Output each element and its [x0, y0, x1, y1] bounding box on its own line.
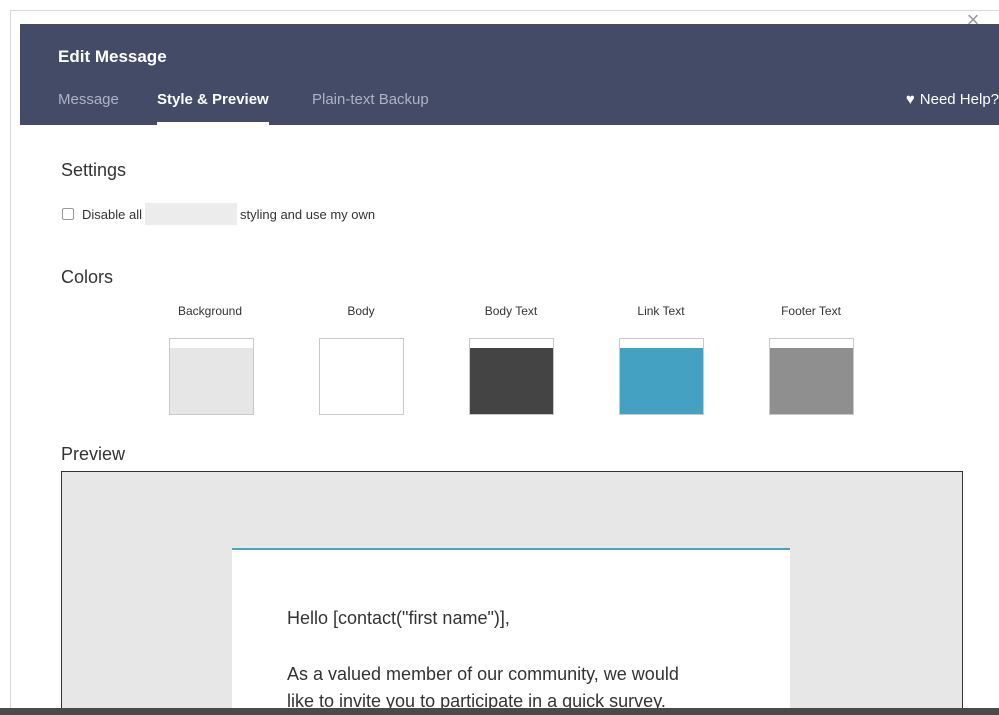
- modal-header: Edit Message Message Style & Preview Pla…: [20, 24, 999, 125]
- swatch-background[interactable]: [169, 338, 254, 415]
- preview-heading: Preview: [61, 444, 126, 464]
- email-line-1: As a valued member of our community, we …: [287, 664, 679, 684]
- modal-title: Edit Message: [58, 47, 167, 66]
- email-body: Hello [contact("first name")], As a valu…: [232, 548, 790, 715]
- need-help-label: Need Help?: [919, 91, 999, 108]
- colors-heading: Colors: [61, 267, 114, 287]
- disable-styling-row: Disable all styling and use my own: [62, 203, 375, 225]
- swatch-body-text[interactable]: [469, 338, 554, 415]
- email-greeting: Hello [contact("first name")],: [287, 608, 510, 628]
- swatch-label-body: Body: [347, 304, 375, 318]
- tab-plain-text-backup[interactable]: Plain-text Backup: [312, 91, 429, 125]
- redacted-brand: [144, 203, 237, 225]
- checkbox-label-start: Disable all: [82, 206, 142, 222]
- swatch-body[interactable]: [319, 338, 404, 415]
- swatch-link-text[interactable]: [619, 338, 704, 415]
- need-help-link[interactable]: ♥ Need Help?: [906, 91, 999, 108]
- swatch-label-background: Background: [177, 304, 243, 318]
- bottom-bar: [0, 708, 999, 715]
- heart-icon: ♥: [905, 91, 915, 108]
- tab-message[interactable]: Message: [58, 91, 119, 125]
- swatch-label-footer-text: Footer Text: [781, 304, 841, 318]
- swatch-footer-text[interactable]: [769, 338, 854, 415]
- settings-heading: Settings: [61, 160, 127, 180]
- page: × Edit Message Message Style & Preview P…: [0, 0, 999, 715]
- swatch-label-body-text: Body Text: [484, 304, 538, 318]
- tab-style-preview[interactable]: Style & Preview: [157, 91, 269, 125]
- email-preview: Hello [contact("first name")], As a valu…: [61, 471, 963, 715]
- checkbox-label-end: styling and use my own: [239, 206, 376, 222]
- disable-styling-checkbox[interactable]: [62, 208, 74, 220]
- swatch-label-link-text: Link Text: [637, 304, 685, 318]
